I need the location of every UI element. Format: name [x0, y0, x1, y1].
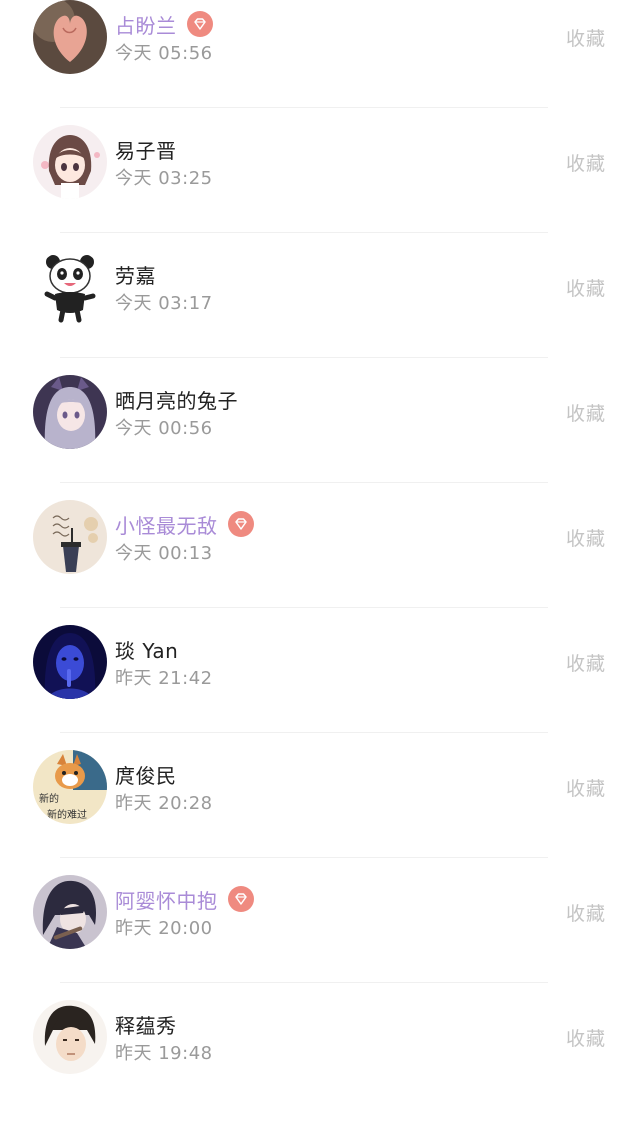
favorite-button[interactable]: 收藏	[566, 524, 606, 551]
favorite-button[interactable]: 收藏	[566, 24, 606, 51]
name-line: 庹俊民	[115, 760, 177, 788]
favorite-button[interactable]: 收藏	[566, 149, 606, 176]
user-name[interactable]: 阿婴怀中抱	[115, 885, 218, 914]
name-line: 劳嘉	[115, 260, 156, 288]
panda-avatar-icon	[33, 250, 107, 324]
list-item[interactable]: 劳嘉 今天 03:17 收藏	[0, 250, 640, 375]
drink-avatar-icon	[33, 500, 107, 574]
user-list: 占盼兰 今天 05:56 收藏 易子晋 今天 03:25 收藏 劳嘉 今天 03…	[0, 0, 640, 1092]
avatar[interactable]	[33, 625, 107, 699]
timestamp: 昨天 19:48	[115, 1043, 213, 1064]
anime-boy-avatar-icon	[33, 875, 107, 949]
anime-girl-cat-ears-avatar-icon	[33, 375, 107, 449]
list-item[interactable]: 新的 新的难过 庹俊民 昨天 20:28 收藏	[0, 750, 640, 875]
user-name[interactable]: 释蕴秀	[115, 1010, 177, 1039]
timestamp: 今天 00:13	[115, 543, 213, 564]
divider	[60, 232, 548, 233]
name-line: 阿婴怀中抱	[115, 885, 254, 913]
list-item[interactable]: 释蕴秀 昨天 19:48 收藏	[0, 1000, 640, 1125]
avatar[interactable]	[33, 500, 107, 574]
name-line: 晒月亮的兔子	[115, 385, 238, 413]
blue-portrait-avatar-icon	[33, 625, 107, 699]
name-line: 释蕴秀	[115, 1010, 177, 1038]
avatar-caption: 新的	[39, 792, 59, 805]
timestamp: 昨天 20:00	[115, 918, 213, 939]
avatar[interactable]	[33, 1000, 107, 1074]
list-item[interactable]: 小怪最无敌 今天 00:13 收藏	[0, 500, 640, 625]
list-item[interactable]: 阿婴怀中抱 昨天 20:00 收藏	[0, 875, 640, 1000]
divider	[60, 482, 548, 483]
name-line: 易子晋	[115, 135, 177, 163]
divider	[60, 732, 548, 733]
name-line: 小怪最无敌	[115, 510, 254, 538]
avatar[interactable]	[33, 375, 107, 449]
timestamp: 今天 05:56	[115, 43, 213, 64]
avatar[interactable]	[33, 250, 107, 324]
avatar[interactable]	[33, 0, 107, 74]
timestamp: 今天 03:17	[115, 293, 213, 314]
list-item[interactable]: 琰 Yan 昨天 21:42 收藏	[0, 625, 640, 750]
divider	[60, 107, 548, 108]
user-name[interactable]: 易子晋	[115, 135, 177, 164]
hand-heart-avatar-icon	[33, 0, 107, 74]
diamond-icon	[227, 886, 254, 912]
divider	[60, 607, 548, 608]
favorite-button[interactable]: 收藏	[566, 899, 606, 926]
user-name[interactable]: 庹俊民	[115, 760, 177, 789]
timestamp: 昨天 21:42	[115, 668, 213, 689]
favorite-button[interactable]: 收藏	[566, 1024, 606, 1051]
favorite-button[interactable]: 收藏	[566, 649, 606, 676]
avatar[interactable]: 新的 新的难过	[33, 750, 107, 824]
list-item[interactable]: 晒月亮的兔子 今天 00:56 收藏	[0, 375, 640, 500]
user-name[interactable]: 占盼兰	[115, 10, 177, 39]
avatar-caption: 新的难过	[47, 808, 87, 821]
diamond-icon	[186, 11, 213, 37]
user-name[interactable]: 劳嘉	[115, 260, 156, 289]
divider	[60, 982, 548, 983]
name-line: 琰 Yan	[115, 635, 178, 663]
list-item[interactable]: 易子晋 今天 03:25 收藏	[0, 125, 640, 250]
avatar[interactable]	[33, 125, 107, 199]
name-line: 占盼兰	[115, 10, 213, 38]
divider	[60, 857, 548, 858]
user-name[interactable]: 小怪最无敌	[115, 510, 218, 539]
user-name[interactable]: 琰 Yan	[115, 635, 178, 664]
avatar[interactable]	[33, 875, 107, 949]
list-item[interactable]: 占盼兰 今天 05:56 收藏	[0, 0, 640, 125]
timestamp: 今天 00:56	[115, 418, 213, 439]
cat-meme-avatar-icon: 新的 新的难过	[33, 750, 107, 824]
user-name[interactable]: 晒月亮的兔子	[115, 385, 238, 414]
divider	[60, 357, 548, 358]
diamond-icon	[227, 511, 254, 537]
anime-girl-avatar-icon	[33, 125, 107, 199]
favorite-button[interactable]: 收藏	[566, 774, 606, 801]
timestamp: 今天 03:25	[115, 168, 213, 189]
favorite-button[interactable]: 收藏	[566, 274, 606, 301]
timestamp: 昨天 20:28	[115, 793, 213, 814]
favorite-button[interactable]: 收藏	[566, 399, 606, 426]
anime-man-avatar-icon	[33, 1000, 107, 1074]
